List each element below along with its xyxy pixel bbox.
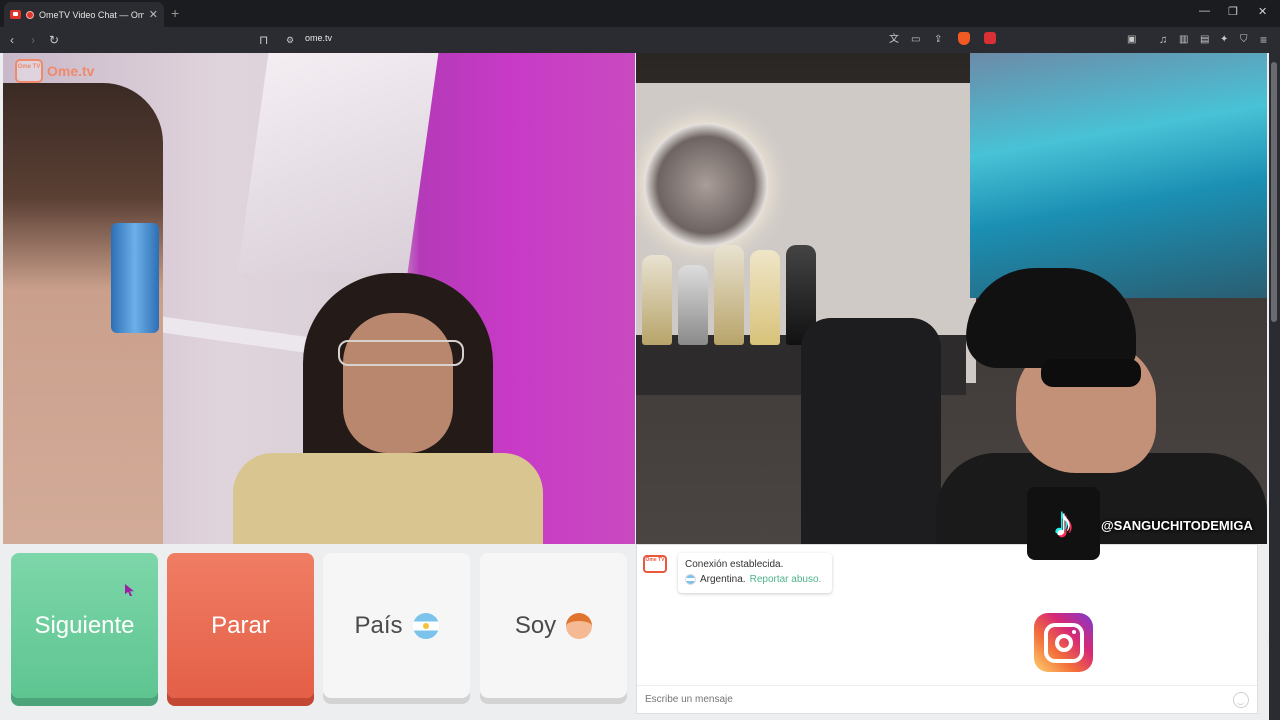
gender-button-label: Soy [514,611,557,639]
tab-strip: OmeTV Video Chat — Omeg ✕ + — ❐ ✕ [0,0,1280,27]
menu-icon[interactable]: ≡ [1260,32,1267,48]
address-bar[interactable]: ome.tv [305,33,332,43]
ometv-favicon-icon [10,10,21,19]
close-window-button[interactable]: ✕ [1258,5,1267,18]
ometv-logo: Ome TV Ome.tv [15,59,94,83]
message-input[interactable] [645,694,1233,705]
moon-lamp [644,123,768,247]
translate-icon[interactable]: 文 [889,32,899,48]
ometv-chat-logo-icon: Ome TV [643,555,667,573]
next-button[interactable]: Siguiente [11,553,158,698]
forward-arrow-icon[interactable]: › [31,32,35,48]
chat-panel: Ome TV Conexión establecida. Argentina. … [636,544,1258,714]
site-info-icon[interactable]: ⚙ [286,32,294,48]
reader-icon[interactable]: ▥ [1179,32,1188,48]
logo-text: Ome.tv [47,63,95,79]
back-arrow-icon[interactable]: ‹ [10,32,14,48]
connection-status: Conexión establecida. [685,559,784,570]
media-icon[interactable]: ♫ [1159,32,1167,48]
sidebar-icon[interactable]: ▣ [1127,32,1136,48]
emoji-icon[interactable] [1233,691,1249,708]
tiktok-handle: @SANGUCHITODEMIGA [1101,518,1253,533]
own-camera-video [636,53,1267,544]
country-button-label: País [354,611,403,639]
cast-icon[interactable]: ▭ [911,32,920,48]
country-button[interactable]: País [323,553,470,698]
argentina-flag-icon [685,574,696,585]
rewards-icon[interactable] [984,32,996,44]
share-icon[interactable]: ⇪ [934,32,942,48]
reload-icon[interactable]: ↻ [49,32,59,48]
leo-icon[interactable]: ✦ [1220,32,1228,48]
argentina-flag-icon [412,612,439,639]
maximize-button[interactable]: ❐ [1228,5,1238,18]
next-button-label: Siguiente [34,611,135,639]
report-abuse-link[interactable]: Reportar abuso. [750,572,822,587]
wallet-icon[interactable]: ▤ [1200,32,1209,48]
browser-toolbar: ‹ › ↻ ⊓ ⚙ ome.tv 文 ▭ ⇪ ▣ ♫ ▥ ▤ ✦ ⛉ ≡ [0,27,1280,53]
new-tab-button[interactable]: + [171,5,179,21]
bookmark-icon[interactable]: ⊓ [259,32,268,48]
recording-indicator-icon [26,10,34,19]
tab-title: OmeTV Video Chat — Omeg [39,9,144,20]
ometv-tv-icon: Ome TV [15,59,43,83]
system-message: Conexión establecida. Argentina. Reporta… [678,553,832,593]
gender-button[interactable]: Soy [480,553,627,698]
stranger-video: Ome TV Ome.tv [3,53,635,544]
vpn-icon[interactable]: ⛉ [1240,32,1248,48]
brave-shield-icon[interactable] [958,32,970,45]
stranger-country: Argentina. [700,574,746,585]
tab-close-icon[interactable]: ✕ [149,8,158,21]
stop-button-label: Parar [211,611,270,639]
instagram-logo-icon [1034,613,1093,672]
scrollbar-thumb[interactable] [1271,62,1277,322]
minimize-button[interactable]: — [1199,5,1210,17]
chat-input-row [637,685,1257,713]
boy-emoji-icon [566,612,593,639]
tiktok-logo-icon: ♪ [1027,487,1100,560]
browser-tab[interactable]: OmeTV Video Chat — Omeg ✕ [4,2,164,27]
stop-button[interactable]: Parar [167,553,314,698]
